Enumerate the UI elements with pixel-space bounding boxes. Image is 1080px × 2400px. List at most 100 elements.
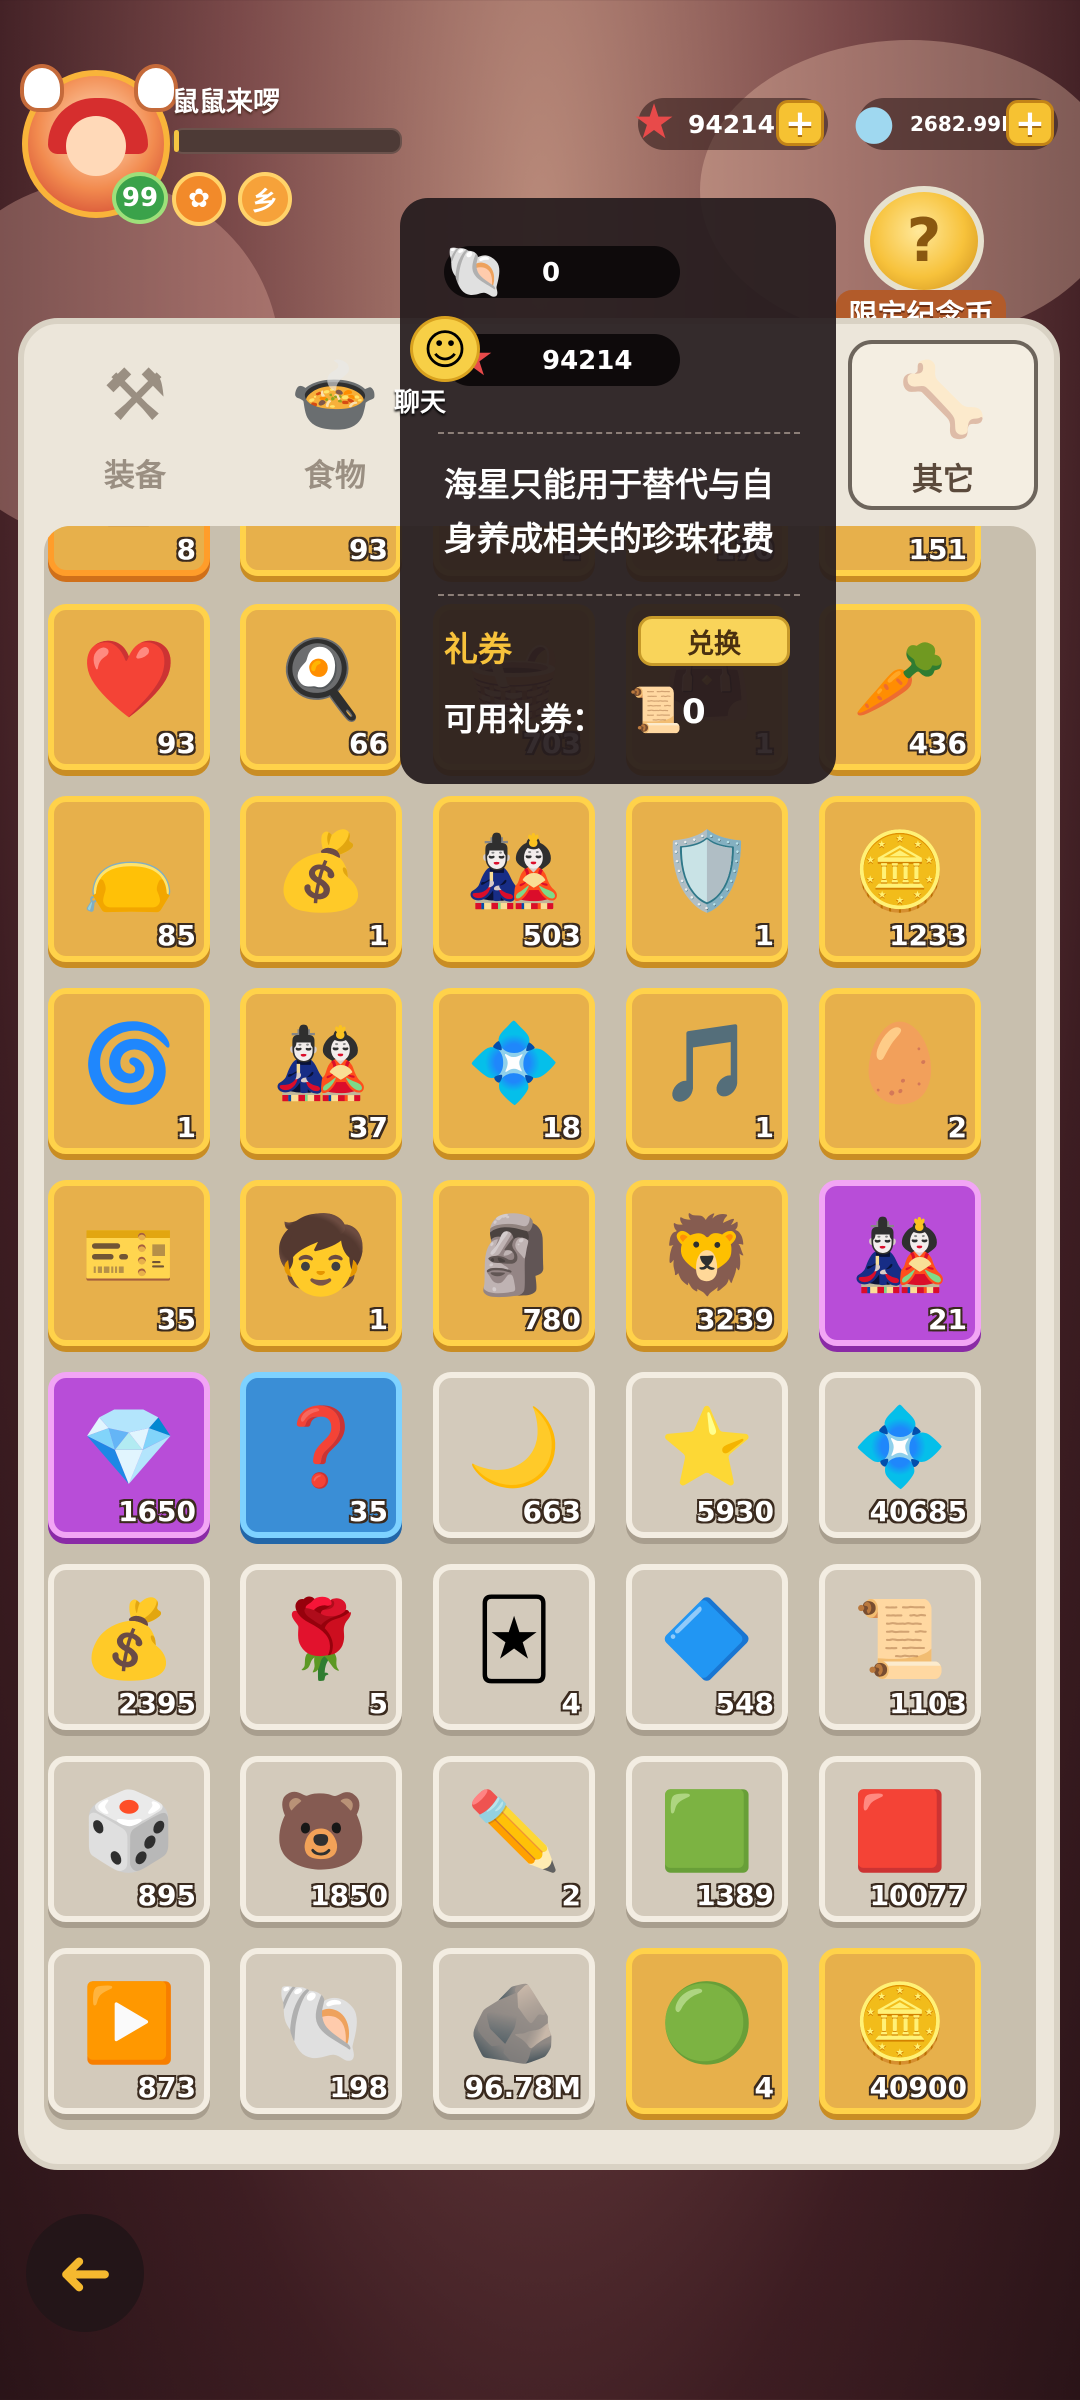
gift-label: 礼券 (444, 630, 512, 670)
item-slot[interactable]: 🐚 198 (240, 1948, 402, 2114)
pearl-currency: ● 2682.99M + (853, 94, 1058, 150)
item-slot[interactable]: 🐻 1850 (240, 1756, 402, 1922)
level-badge: 99 (112, 172, 168, 224)
item-count: 4 (754, 2071, 774, 2104)
item-slot[interactable]: 📜 1103 (819, 1564, 981, 1730)
item-slot[interactable]: 🎵 1 (626, 988, 788, 1154)
item-slot[interactable]: 🟩 1389 (626, 1756, 788, 1922)
item-slot[interactable]: 🟥 10077 (819, 1756, 981, 1922)
item-slot[interactable]: 🃏 4 (433, 1564, 595, 1730)
item-count: 198 (329, 2071, 388, 2104)
item-slot[interactable]: ▶️ 873 (48, 1948, 210, 2114)
item-count: 151 (908, 533, 967, 566)
item-slot[interactable]: 🎲 895 (48, 1756, 210, 1922)
item-icon: 🎎 (466, 826, 562, 915)
item-count: 37 (349, 1111, 388, 1144)
item-icon: 🗿 (466, 1210, 562, 1299)
pearl-shell-icon: ● (853, 94, 895, 150)
item-slot[interactable]: ❓ 35 (240, 1372, 402, 1538)
chat-label: 聊天 (394, 388, 447, 418)
item-slot[interactable]: 💰 2395 (48, 1564, 210, 1730)
item-slot[interactable]: 🌙 663 (433, 1372, 595, 1538)
item-slot[interactable]: ✏️ 2 (433, 1756, 595, 1922)
item-count: 5930 (696, 1495, 774, 1528)
tab-other[interactable]: 🦴 其它 (848, 340, 1038, 510)
item-slot[interactable]: 🏆8 (48, 526, 210, 576)
limited-coin-button[interactable]: ? 限定纪念币 (836, 186, 1006, 336)
item-icon: 🪙 (852, 1978, 948, 2067)
item-icon: 🟥 (852, 1786, 948, 1875)
player-name: 鼠鼠来啰 (172, 87, 280, 118)
item-slot[interactable]: 🥕 436 (819, 604, 981, 770)
add-pearl-button[interactable]: + (1006, 100, 1054, 146)
item-slot[interactable]: 🐾151 (819, 526, 981, 576)
starfish-value: 94214 (542, 346, 633, 376)
xp-bar-fill (174, 130, 179, 152)
item-slot[interactable]: 🎎 21 (819, 1180, 981, 1346)
starfish-currency: ★ 94214 + (632, 94, 828, 150)
tab-equipment[interactable]: ⚒ 装备 (40, 340, 230, 510)
add-starfish-button[interactable]: + (776, 100, 824, 146)
item-slot[interactable]: ⭐ 5930 (626, 1372, 788, 1538)
item-slot[interactable]: 🍳 66 (240, 604, 402, 770)
item-count: 10077 (869, 1879, 967, 1912)
exchange-button[interactable]: 兑换 (638, 616, 790, 666)
item-count: 2395 (118, 1687, 196, 1720)
item-slot[interactable]: 🌀 1 (48, 988, 210, 1154)
item-icon: 🛡️ (659, 826, 755, 915)
item-icon: 🧒 (273, 1210, 369, 1299)
item-count: 35 (349, 1495, 388, 1528)
item-icon: 🦁 (659, 1210, 755, 1299)
item-slot[interactable]: 🟢 4 (626, 1948, 788, 2114)
item-slot[interactable]: 💰 1 (240, 796, 402, 962)
item-count: 18 (542, 1111, 581, 1144)
orange-glyph-icon[interactable]: 乡 (238, 172, 292, 226)
item-icon: 💎 (81, 1402, 177, 1491)
item-slot[interactable]: 💎 1650 (48, 1372, 210, 1538)
pearl-amount: 2682.99M (910, 112, 1021, 136)
item-count: 1 (368, 1303, 388, 1336)
item-count: 35 (157, 1303, 196, 1336)
tab-label: 装备 (104, 458, 166, 494)
item-slot[interactable]: 🗿 780 (433, 1180, 595, 1346)
item-icon: 🥚 (852, 1018, 948, 1107)
item-slot[interactable]: 🎎 503 (433, 796, 595, 962)
item-count: 5 (368, 1687, 388, 1720)
item-icon: 🎎 (273, 1018, 369, 1107)
bone-icon: 🦴 (898, 356, 988, 441)
item-slot[interactable]: 💠 40685 (819, 1372, 981, 1538)
xp-bar (172, 128, 402, 154)
chat-button[interactable]: ☺ 聊天 (374, 316, 480, 418)
item-slot[interactable]: 🥚 2 (819, 988, 981, 1154)
item-slot[interactable]: 🦁 3239 (626, 1180, 788, 1346)
item-count: 2 (561, 1879, 581, 1912)
item-slot[interactable]: 👝 85 (48, 796, 210, 962)
item-slot[interactable]: 💠 18 (433, 988, 595, 1154)
item-slot[interactable]: 🪨 96.78M (433, 1948, 595, 2114)
item-count: 66 (349, 727, 388, 760)
item-slot[interactable]: ❤️ 93 (48, 604, 210, 770)
item-icon: 🎲 (81, 1786, 177, 1875)
item-slot[interactable]: 🪶93 (240, 526, 402, 576)
item-icon: ❤️ (81, 634, 177, 723)
back-button[interactable]: ➜ (26, 2214, 144, 2332)
item-slot[interactable]: 🧒 1 (240, 1180, 402, 1346)
orange-ring-icon[interactable]: ✿ (172, 172, 226, 226)
item-slot[interactable]: 🎫 35 (48, 1180, 210, 1346)
item-icon: 💰 (273, 826, 369, 915)
item-slot[interactable]: 🌹 5 (240, 1564, 402, 1730)
item-count: 4 (561, 1687, 581, 1720)
item-count: 663 (522, 1495, 581, 1528)
item-count: 40900 (869, 2071, 967, 2104)
item-slot[interactable]: 🛡️ 1 (626, 796, 788, 962)
item-icon: 🐚 (273, 1978, 369, 2067)
item-slot[interactable]: 🪙 1233 (819, 796, 981, 962)
item-count: 96.78M (464, 2071, 581, 2104)
status-glyph: 乡 (251, 186, 278, 217)
item-slot[interactable]: 🎎 37 (240, 988, 402, 1154)
item-count: 503 (522, 919, 581, 952)
item-slot[interactable]: 🔷 548 (626, 1564, 788, 1730)
item-slot[interactable]: 🪙 40900 (819, 1948, 981, 2114)
item-count: 1650 (118, 1495, 196, 1528)
item-icon: 🟩 (659, 1786, 755, 1875)
